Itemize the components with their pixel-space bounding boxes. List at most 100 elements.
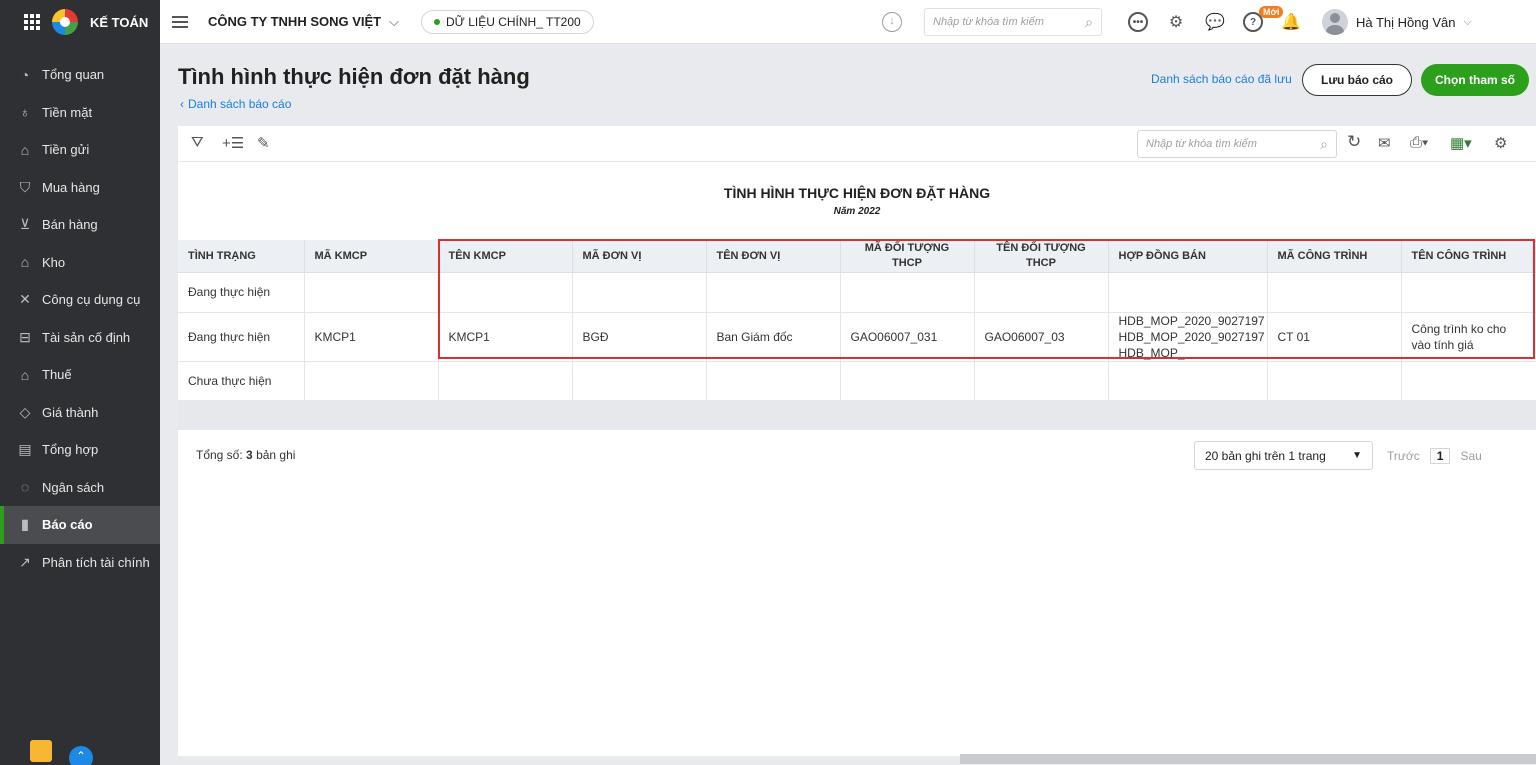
save-report-button[interactable]: Lưu báo cáo — [1302, 64, 1412, 96]
column-header[interactable]: TÊN ĐỐI TƯỢNG THCP — [974, 240, 1109, 273]
gift-icon[interactable] — [30, 740, 52, 762]
table-cell — [1401, 361, 1536, 401]
column-header[interactable]: MÃ ĐƠN VỊ — [572, 240, 707, 273]
pagination: Trước 1 Sau — [1387, 448, 1482, 464]
sidebar-item[interactable]: ◇ Giá thành — [0, 394, 160, 432]
add-column-icon[interactable]: +☰ — [222, 134, 244, 152]
chart-pie-icon: ◔ — [20, 66, 30, 83]
table-cell — [840, 361, 975, 401]
table-cell: BGĐ — [572, 312, 707, 362]
sidebar-nav: ◔ Tổng quan ♁ Tiền mặt ⌂ Tiền gửi ⛉ Mua hàng ⊻ Bá… — [0, 56, 160, 581]
table-cell: Ban Giám đốc — [706, 312, 841, 362]
chevron-up-icon[interactable]: ⌃ — [69, 746, 93, 765]
sidebar-item[interactable]: ⊻ Bán hàng — [0, 206, 160, 244]
page-size-select[interactable]: 20 bản ghi trên 1 trang ▼ — [1194, 441, 1373, 470]
company-name: CÔNG TY TNHH SONG VIỆT — [208, 14, 382, 29]
building-icon: ⌂ — [20, 366, 30, 383]
column-header[interactable]: MÃ ĐỐI TƯỢNG THCP — [840, 240, 975, 273]
global-search-input[interactable]: Nhập từ khóa tìm kiếm ⌕ — [924, 8, 1102, 36]
table-cell: GAO06007_03 — [974, 312, 1109, 362]
column-header[interactable]: TÊN KMCP — [438, 240, 573, 273]
user-menu[interactable]: Hà Thị Hồng Vân ⌵ — [1322, 9, 1472, 35]
database-selector[interactable]: DỮ LIỆU CHÍNH_ TT200 — [420, 9, 594, 34]
report-title: TÌNH HÌNH THỰC HIỆN ĐƠN ĐẶT HÀNG — [723, 185, 991, 201]
column-header[interactable]: TÊN ĐƠN VỊ — [706, 240, 841, 273]
column-header[interactable]: TÊN CÔNG TRÌNH — [1401, 240, 1536, 273]
sidebar-item-label: Kho — [42, 254, 66, 270]
table-cell: KMCP1 — [438, 312, 573, 362]
search-icon[interactable]: ⌕ — [1085, 14, 1093, 31]
download-icon[interactable]: ↓ — [882, 12, 902, 32]
sidebar-item-label: Tổng hợp — [42, 442, 99, 458]
sidebar-item[interactable]: ↗ Phân tích tài chính — [0, 544, 160, 582]
excel-icon[interactable]: ▦▾ — [1450, 134, 1472, 152]
sidebar-item-label: Tiền mặt — [42, 104, 93, 120]
sidebar-item-label: Công cụ dụng cụ — [42, 292, 141, 308]
sidebar-item[interactable]: ◔ Tổng quan — [0, 56, 160, 94]
column-header[interactable]: HỢP ĐỒNG BÁN — [1108, 240, 1268, 273]
edit-icon[interactable]: ✎ — [257, 134, 270, 152]
table-cell — [304, 361, 439, 401]
company-selector[interactable]: CÔNG TY TNHH SONG VIỆT ⌵ — [208, 14, 399, 30]
sidebar-item-label: Tài sản cố định — [42, 329, 131, 345]
help-icon[interactable]: ? Mới — [1243, 6, 1284, 32]
horizontal-scrollbar[interactable] — [960, 754, 1536, 764]
table-row[interactable]: Chưa thực hiện — [178, 361, 1536, 401]
sidebar-item-label: Mua hàng — [42, 179, 100, 195]
sidebar-item-label: Giá thành — [42, 404, 99, 420]
sidebar-item-label: Tiền gửi — [42, 142, 90, 158]
sidebar-item[interactable]: ▮ Báo cáo — [0, 506, 160, 544]
column-header[interactable]: TÌNH TRẠNG — [178, 240, 305, 273]
table-cell — [974, 272, 1109, 313]
sidebar-item[interactable]: ◌ Ngân sách — [0, 469, 160, 507]
settings-icon[interactable]: ⚙ — [1494, 134, 1507, 152]
filter-icon[interactable]: ⛛ — [191, 134, 204, 151]
more-icon[interactable]: ••• — [1128, 12, 1148, 32]
mail-icon[interactable]: ✉ — [1378, 134, 1391, 152]
app-grid-icon[interactable] — [24, 14, 40, 30]
sidebar-item[interactable]: ✕ Công cụ dụng cụ — [0, 281, 160, 319]
table-cell: Công trình ko cho vào tính giá — [1401, 312, 1536, 362]
table-row[interactable]: Đang thực hiện — [178, 272, 1536, 313]
prev-page-button[interactable]: Trước — [1387, 449, 1420, 463]
print-icon[interactable]: ⎙▾ — [1410, 134, 1428, 151]
brand-name: KẾ TOÁN — [90, 14, 149, 30]
trend-icon: ↗ — [19, 553, 31, 570]
report-panel: ⛛ +☰ ✎ Nhập từ khóa tìm kiếm ⌕ ↻ ✉ ⎙▾ ▦▾… — [178, 126, 1536, 764]
column-header[interactable]: MÃ KMCP — [304, 240, 439, 273]
sidebar-item[interactable]: ⌂ Tiền gửi — [0, 131, 160, 169]
menu-icon[interactable] — [172, 15, 188, 28]
sidebar-item-label: Tổng quan — [42, 67, 105, 83]
current-page[interactable]: 1 — [1429, 448, 1451, 464]
table-row[interactable]: Đang thực hiện KMCP1 KMCP1 BGĐ Ban Giám đốc G… — [178, 312, 1536, 362]
chat-icon[interactable]: 💬 — [1204, 11, 1226, 33]
sidebar-item[interactable]: ⛉ Mua hàng — [0, 169, 160, 207]
back-link[interactable]: ‹ Danh sách báo cáo — [180, 97, 291, 111]
saved-reports-link[interactable]: Danh sách báo cáo đã lưu — [1151, 72, 1292, 86]
sidebar-item[interactable]: ⌂ Thuế — [0, 356, 160, 394]
sidebar-item[interactable]: ♁ Tiền mặt — [0, 94, 160, 132]
brand-logo-icon — [52, 9, 78, 35]
search-icon[interactable]: ⌕ — [1320, 136, 1328, 153]
ledger-icon: ▤ — [18, 441, 32, 458]
table-cell — [1108, 272, 1268, 313]
total-label: Tổng số: — [196, 448, 243, 462]
table-cell — [1401, 272, 1536, 313]
topbar-actions: ↓ Nhập từ khóa tìm kiếm ⌕ ••• ⚙ 💬 ? Mới … — [882, 0, 1472, 44]
report-search-input[interactable]: Nhập từ khóa tìm kiếm ⌕ — [1137, 130, 1337, 158]
chevron-down-icon: ⌵ — [1463, 15, 1472, 28]
next-page-button[interactable]: Sau — [1460, 449, 1481, 463]
table-cell — [974, 361, 1109, 401]
choose-params-button[interactable]: Chọn tham số — [1421, 64, 1529, 96]
sidebar-item-label: Báo cáo — [42, 517, 93, 533]
refresh-icon[interactable]: ↻ — [1347, 132, 1361, 152]
sidebar-item[interactable]: ⌂ Kho — [0, 244, 160, 282]
gear-icon[interactable]: ⚙ — [1165, 11, 1187, 33]
bell-icon[interactable]: 🔔 — [1280, 11, 1302, 33]
sidebar-item[interactable]: ▤ Tổng hợp — [0, 431, 160, 469]
sidebar-item[interactable]: ⊟ Tài sản cố định — [0, 319, 160, 357]
total-count: 3 — [246, 448, 253, 462]
money-bag-icon: ♁ — [19, 104, 31, 121]
cart-icon: ⊻ — [19, 216, 31, 233]
column-header[interactable]: MÃ CÔNG TRÌNH — [1267, 240, 1402, 273]
